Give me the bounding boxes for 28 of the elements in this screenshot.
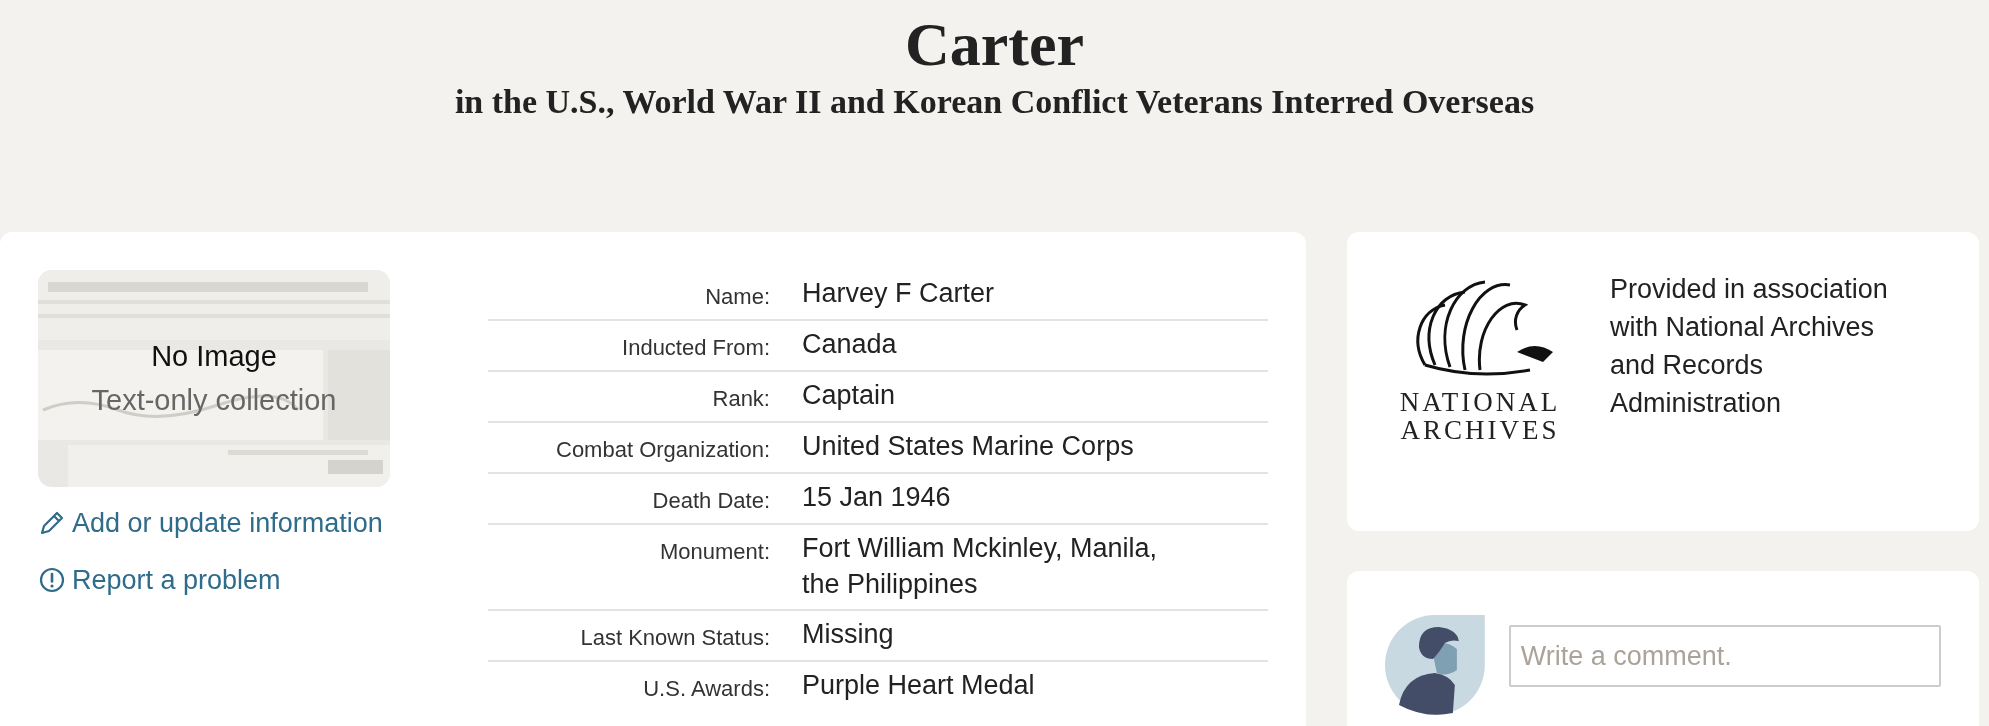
field-label: Death Date: [651,487,770,515]
field-value: Fort William Mckinley, Manila, the Philippines [801,532,1159,601]
field-value: 15 Jan 1946 [801,481,952,514]
add-info-link[interactable]: Add or update information [38,503,390,544]
field-label: Rank: [711,385,770,413]
field-value: Purple Heart Medal [801,668,1036,702]
avatar-icon [1385,615,1487,715]
field-label: Last Known Status: [579,623,770,652]
field-value: Canada [801,328,898,361]
collection-subtitle: in the U.S., World War II and Korean Conflict Veterans Interred Overseas [453,82,1536,123]
field-value: Harvey F Carter [801,277,996,310]
record-title: Carter [904,10,1085,79]
field-label: Monument: [658,538,770,566]
provider-text: Provided in association with National Archives and Records Administration [1610,273,1889,420]
field-label: Name: [704,283,770,311]
comment-field[interactable]: Write a comment. [1508,625,1941,687]
field-label: Combat Organization: [555,436,770,464]
logo-text: ARCHIVES [1399,416,1561,445]
field-value: Missing [801,617,895,651]
field-label: U.S. Awards: [642,674,770,703]
logo-text: NATIONAL [1398,388,1562,417]
thumbnail-caption: Text-only collection [91,382,337,418]
field-value: Captain [801,379,897,412]
exclamation-circle-icon [38,565,66,594]
field-value: United States Marine Corps [801,430,1135,463]
no-image-label: No Image [151,339,277,374]
field-label: Inducted From: [621,334,770,362]
report-link[interactable]: Report a problem [38,559,390,600]
